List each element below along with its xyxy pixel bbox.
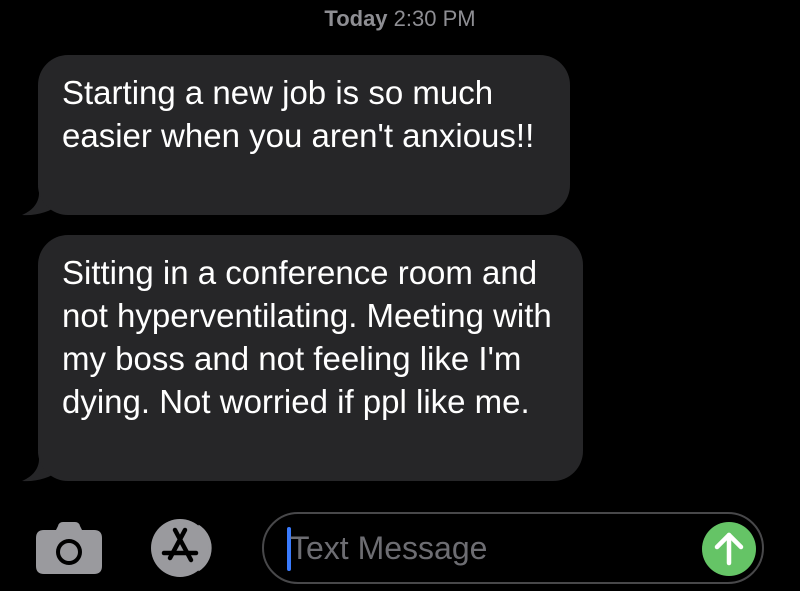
message-text: Starting a new job is so much easier whe… [62, 74, 535, 154]
message-bubble[interactable]: Starting a new job is so much easier whe… [38, 55, 570, 215]
camera-icon [36, 522, 102, 574]
conversation-timestamp: Today 2:30 PM [0, 6, 800, 32]
message-bubble[interactable]: Sitting in a conference room and not hyp… [38, 235, 583, 481]
timestamp-day: Today [324, 6, 388, 31]
timestamp-time: 2:30 PM [393, 6, 476, 31]
message-text: Sitting in a conference room and not hyp… [62, 254, 552, 420]
app-store-icon [151, 519, 212, 577]
app-store-button[interactable] [150, 518, 226, 578]
message-input-container[interactable] [262, 512, 764, 584]
send-button[interactable] [702, 522, 756, 576]
arrow-up-icon [714, 532, 744, 566]
camera-button[interactable] [36, 522, 102, 574]
message-input[interactable] [290, 520, 690, 576]
